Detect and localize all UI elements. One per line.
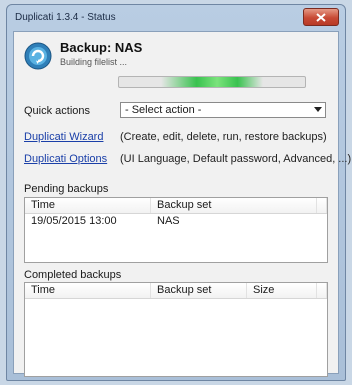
window-title: Duplicati 1.3.4 - Status — [15, 11, 116, 23]
progress-fill — [160, 77, 264, 87]
duplicati-wizard-description: (Create, edit, delete, run, restore back… — [120, 131, 327, 143]
column-header-time[interactable]: Time — [25, 283, 151, 298]
progress-bar — [118, 76, 306, 88]
duplicati-wizard-link[interactable]: Duplicati Wizard — [24, 131, 103, 143]
close-icon — [316, 12, 326, 22]
column-header-backup-set[interactable]: Backup set — [151, 283, 247, 298]
title-bar[interactable]: Duplicati 1.3.4 - Status — [7, 5, 345, 29]
client-area: Backup: NAS Building filelist ... Quick … — [13, 31, 351, 377]
completed-backups-label: Completed backups — [24, 269, 122, 281]
completed-list-header: Time Backup set Size — [25, 283, 327, 299]
table-row[interactable]: 19/05/2015 13:00 NAS — [25, 214, 327, 230]
duplicati-options-link[interactable]: Duplicati Options — [24, 153, 107, 165]
status-window: Duplicati 1.3.4 - Status Backup: NAS Bui… — [6, 4, 351, 381]
wizard-row: Duplicati Wizard (Create, edit, delete, … — [24, 131, 328, 145]
column-header-size[interactable]: Size — [247, 283, 317, 298]
column-header-empty — [317, 198, 327, 213]
duplicati-logo-icon — [24, 42, 52, 70]
column-header-backup-set[interactable]: Backup set — [151, 198, 317, 213]
pending-list-header: Time Backup set — [25, 198, 327, 214]
close-button[interactable] — [303, 8, 339, 26]
pending-backups-label: Pending backups — [24, 183, 109, 195]
duplicati-options-description: (UI Language, Default password, Advanced… — [120, 153, 352, 165]
column-header-time[interactable]: Time — [25, 198, 151, 213]
options-row: Duplicati Options (UI Language, Default … — [24, 153, 351, 167]
column-header-empty — [317, 283, 327, 298]
backup-title: Backup: NAS — [60, 40, 143, 55]
quick-actions-row: Quick actions - Select action - — [24, 102, 328, 120]
chevron-down-icon — [314, 107, 322, 112]
quick-actions-label: Quick actions — [24, 105, 91, 117]
completed-backups-list[interactable]: Time Backup set Size — [24, 282, 328, 377]
quick-actions-select[interactable]: - Select action - — [120, 102, 326, 118]
quick-actions-selected: - Select action - — [125, 104, 202, 116]
backup-status-text: Building filelist ... — [60, 57, 128, 67]
backup-header: Backup: NAS Building filelist ... — [24, 40, 328, 80]
pending-backup-set-cell: NAS — [157, 215, 180, 227]
pending-backups-list[interactable]: Time Backup set 19/05/2015 13:00 NAS — [24, 197, 328, 263]
pending-time-cell: 19/05/2015 13:00 — [31, 215, 117, 227]
